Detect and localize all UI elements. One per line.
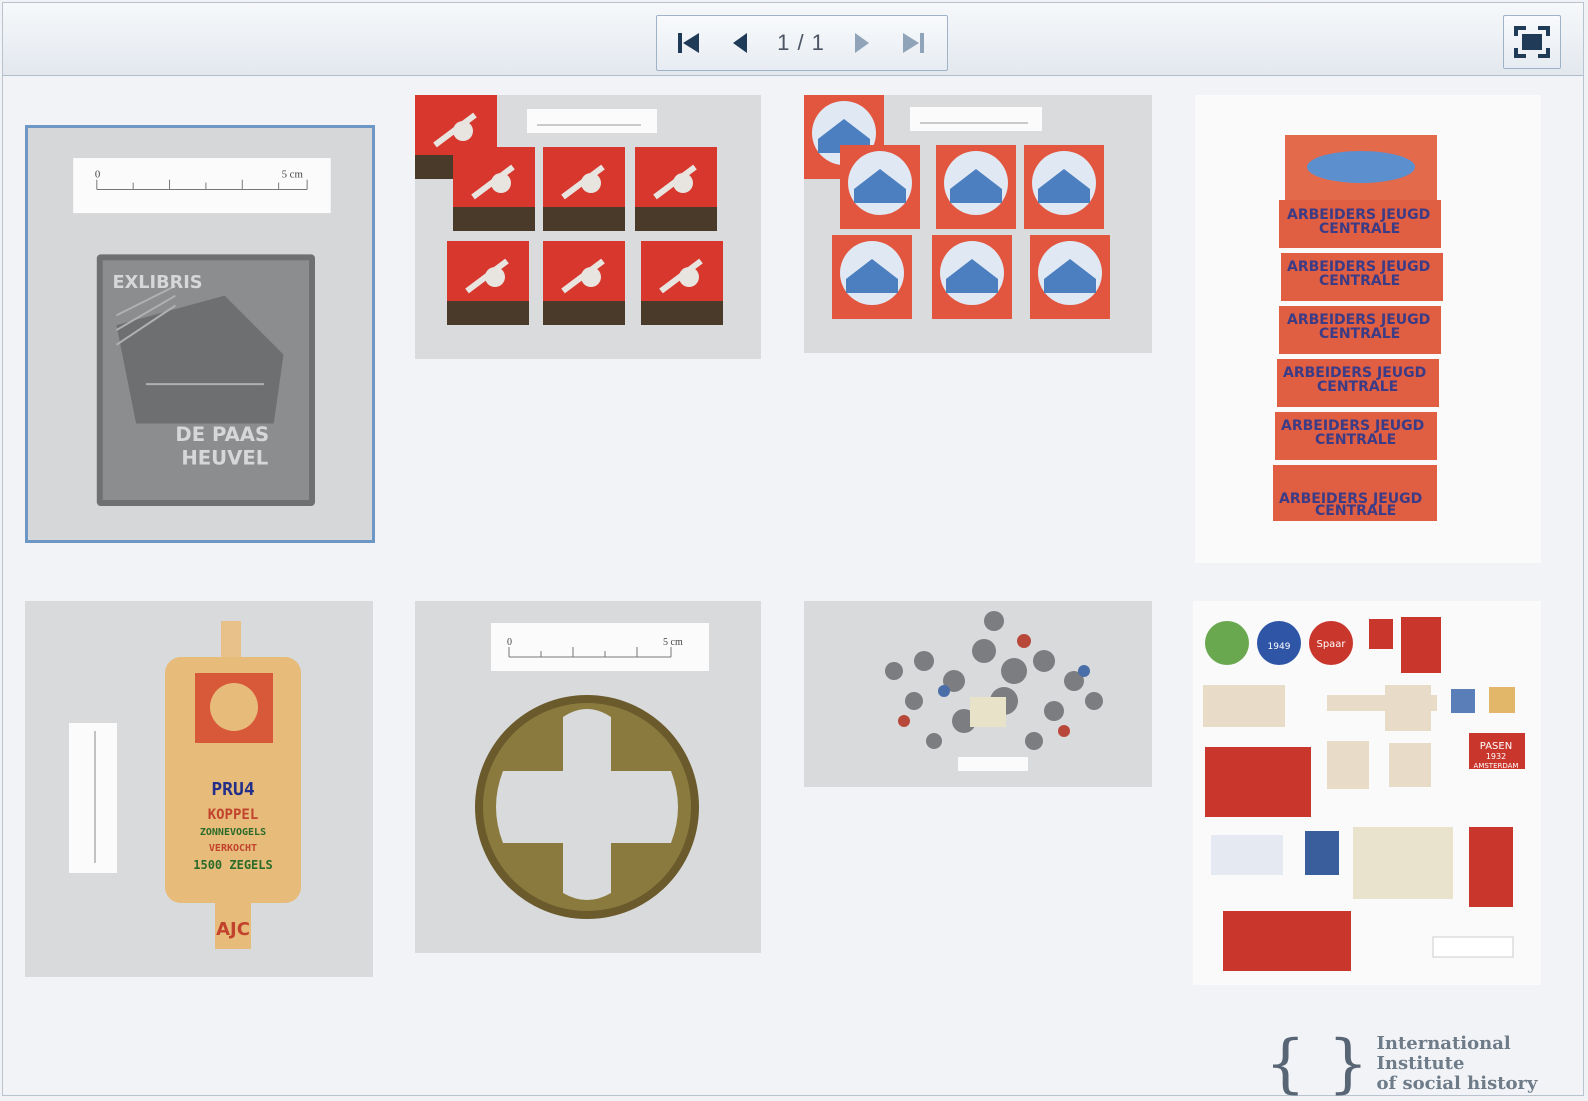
- matchbox-stack-image: ARBEIDERS JEUGD CENTRALE ARBEIDERS JEUGD…: [1195, 95, 1541, 563]
- next-page-button[interactable]: [845, 27, 877, 59]
- thumbnail-matchbooks-blue[interactable]: [804, 95, 1152, 353]
- exlibris-line2: HEUVEL: [181, 447, 268, 470]
- matchbox-label-j: CENTRALE: [1315, 432, 1396, 448]
- thumbnail-badges-collection[interactable]: [804, 601, 1152, 787]
- pendant-text-4: VERKOCHT: [209, 843, 257, 854]
- logo-line-2: of social history: [1376, 1073, 1538, 1094]
- matchbooks-violin-image: [415, 95, 761, 359]
- thumbnail-wooden-pendant[interactable]: PRU4 KOPPEL ZONNEVOGELS VERKOCHT 1500 ZE…: [25, 601, 373, 977]
- disc-scale-five: 5 cm: [663, 637, 683, 648]
- last-page-icon: [903, 33, 924, 53]
- logo-line-1: International Institute: [1376, 1033, 1511, 1074]
- stamps-collection-image: 1949 Spaar PASEN 1932 AMSTERDAM: [1193, 601, 1541, 985]
- scale-zero-label: 0: [95, 169, 100, 181]
- wooden-pendant-image: PRU4 KOPPEL ZONNEVOGELS VERKOCHT 1500 ZE…: [25, 601, 373, 977]
- exlibris-line1: DE PAAS: [175, 423, 269, 446]
- fullscreen-button[interactable]: [1503, 15, 1561, 69]
- fullscreen-icon: [1514, 26, 1550, 58]
- scale-five-label: 5 cm: [282, 169, 304, 181]
- pagination-control: 1 / 1: [656, 15, 948, 71]
- thumbnail-brass-disc[interactable]: 0 5 cm: [415, 601, 761, 953]
- viewer-frame: 1 / 1 0 5 cm EXLIBRIS DE PAAS HEUVEL ARB…: [2, 2, 1584, 1096]
- stamp-year: 1949: [1268, 642, 1291, 652]
- stamp-pasen-3: AMSTERDAM: [1474, 762, 1519, 770]
- thumbnail-stamps-collection[interactable]: 1949 Spaar PASEN 1932 AMSTERDAM: [1193, 601, 1541, 985]
- thumbnail-exlibris-plate[interactable]: 0 5 cm EXLIBRIS DE PAAS HEUVEL: [25, 125, 375, 543]
- last-page-button[interactable]: [897, 27, 929, 59]
- viewer-toolbar: 1 / 1: [3, 3, 1583, 76]
- matchbooks-blue-image: [804, 95, 1152, 353]
- previous-page-button[interactable]: [725, 27, 757, 59]
- first-page-icon: [678, 33, 699, 53]
- pendant-text-5: 1500 ZEGELS: [193, 858, 272, 872]
- logo-brace-left: {: [1265, 1027, 1306, 1101]
- previous-page-icon: [733, 33, 748, 53]
- page-indicator: 1 / 1: [777, 30, 825, 55]
- matchbox-label-h: CENTRALE: [1317, 379, 1398, 395]
- next-page-icon: [854, 33, 869, 53]
- stamp-word: Spaar: [1316, 639, 1346, 650]
- matchbox-label-d: CENTRALE: [1319, 273, 1400, 289]
- pendant-text-1: PRU4: [211, 779, 255, 800]
- matchbox-label-b: CENTRALE: [1319, 221, 1400, 237]
- pendant-text-2: KOPPEL: [208, 807, 259, 823]
- exlibris-title: EXLIBRIS: [113, 273, 203, 293]
- thumbnail-matchbox-stack[interactable]: ARBEIDERS JEUGD CENTRALE ARBEIDERS JEUGD…: [1195, 95, 1541, 563]
- disc-scale-zero: 0: [507, 637, 512, 648]
- pendant-mark: AJC: [216, 919, 250, 940]
- thumbnail-matchbooks-violin[interactable]: [415, 95, 761, 359]
- pendant-text-3: ZONNEVOGELS: [200, 827, 266, 838]
- logo-brace-right: }: [1327, 1027, 1369, 1101]
- first-page-button[interactable]: [673, 27, 705, 59]
- stamp-pasen-2: 1932: [1486, 752, 1506, 761]
- matchbox-label-l: CENTRALE: [1315, 503, 1396, 519]
- stamp-pasen-1: PASEN: [1480, 741, 1512, 752]
- matchbox-label-f: CENTRALE: [1319, 326, 1400, 342]
- exlibris-plate-image: 0 5 cm EXLIBRIS DE PAAS HEUVEL: [28, 128, 372, 540]
- logo-text: International Institute of social histor…: [1376, 1034, 1575, 1094]
- brass-disc-image: 0 5 cm: [415, 601, 761, 953]
- badges-collection-image: [804, 601, 1152, 787]
- iish-logo[interactable]: { } International Institute of social hi…: [1265, 1027, 1575, 1101]
